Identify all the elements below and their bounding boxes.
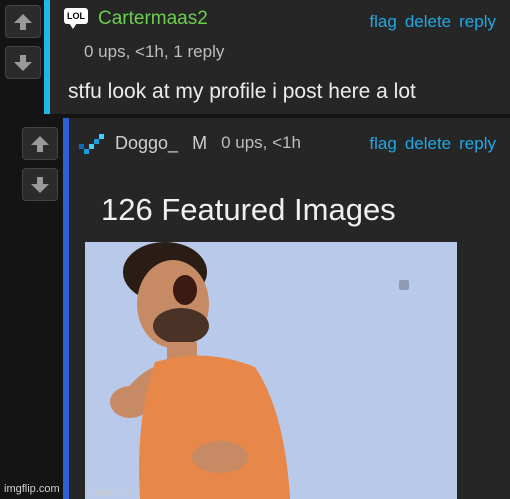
flag-link[interactable]: flag xyxy=(369,134,396,154)
delete-link[interactable]: delete xyxy=(405,12,451,32)
imgflip-watermark: imgflip.com xyxy=(4,483,60,495)
gender-label: M xyxy=(192,132,208,153)
upvote-button-comment2[interactable] xyxy=(22,127,58,160)
comment-actions: flag delete reply xyxy=(369,12,496,32)
comment-body: stfu look at my profile i post here a lo… xyxy=(68,80,416,103)
comment-actions: flag delete reply xyxy=(369,134,496,154)
username-link[interactable]: Doggo_ xyxy=(115,133,178,154)
arrow-down-icon xyxy=(14,54,32,71)
arrow-up-icon xyxy=(14,13,32,30)
downvote-button-comment2[interactable] xyxy=(22,168,58,201)
flag-link[interactable]: flag xyxy=(369,12,396,32)
featured-images-title: 126 Featured Images xyxy=(101,192,396,227)
username-link[interactable]: Cartermaas2 xyxy=(98,8,208,30)
arrow-down-icon xyxy=(31,176,49,193)
laughing-man-image[interactable]: imgflip.com xyxy=(85,242,457,499)
comment-header: LOL Cartermaas2 xyxy=(64,8,208,30)
comment-meta: 0 ups, <1h, 1 reply xyxy=(84,42,225,61)
comment-doggo: Doggo_ M 0 ups, <1h flag delete reply 12… xyxy=(63,118,510,499)
reply-link[interactable]: reply xyxy=(459,12,496,32)
meme-illustration xyxy=(85,242,457,499)
badge-label: LOL xyxy=(64,8,88,24)
downvote-button-comment1[interactable] xyxy=(5,46,41,79)
lol-speech-bubble-icon: LOL xyxy=(64,8,90,30)
comment-header: Doggo_ M 0 ups, <1h xyxy=(77,132,301,154)
embedded-screenshot-header: 126 Featured Images xyxy=(85,172,457,243)
pixel-diamond-icon xyxy=(79,134,104,154)
comment-meta: 0 ups, <1h xyxy=(221,133,301,152)
reply-link[interactable]: reply xyxy=(459,134,496,154)
arrow-up-icon xyxy=(31,135,49,152)
comment-cartermaas2: LOL Cartermaas2 flag delete reply 0 ups,… xyxy=(44,0,510,114)
upvote-button-comment1[interactable] xyxy=(5,5,41,38)
delete-link[interactable]: delete xyxy=(405,134,451,154)
image-watermark: imgflip.com xyxy=(91,488,132,497)
